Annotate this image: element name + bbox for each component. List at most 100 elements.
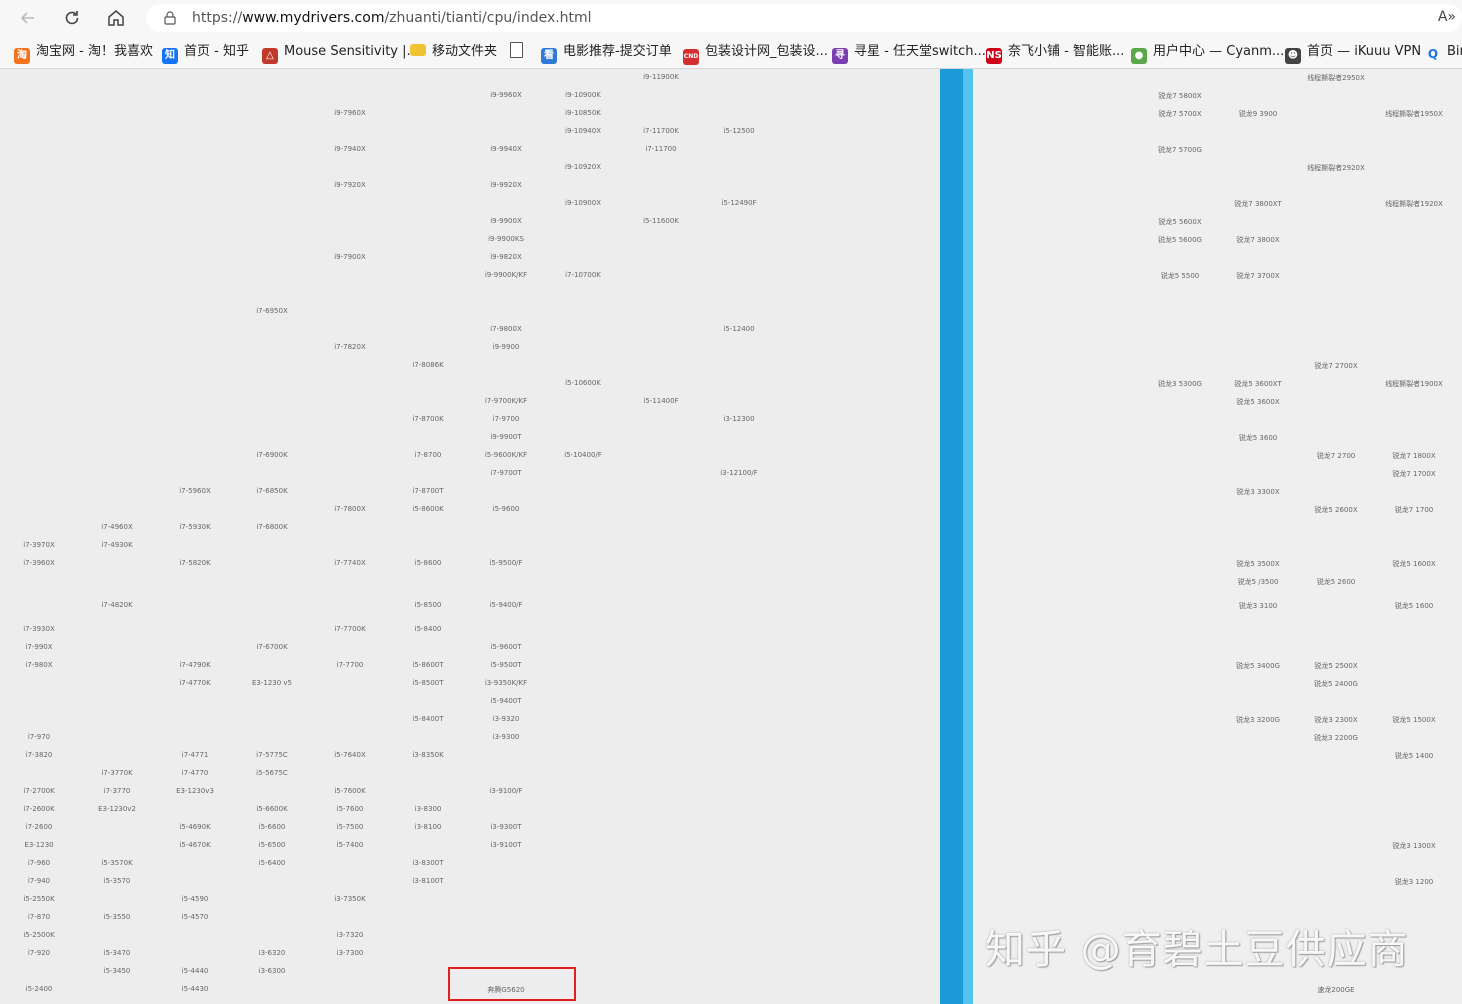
intel-cpu-label: i7-5775C: [256, 751, 288, 759]
ikuuu-icon: ☻: [1285, 48, 1301, 64]
amd-cpu-label: 锐龙5 3600XT: [1234, 380, 1282, 388]
refresh-icon[interactable]: [60, 6, 84, 30]
intel-cpu-label: i5-9500/F: [489, 559, 523, 567]
amd-cpu-label: 锐龙7 1700: [1394, 506, 1434, 514]
intel-cpu-label: i7-7700K: [334, 625, 366, 633]
amd-cpu-label: 锐龙3 1300X: [1392, 842, 1436, 850]
amd-cpu-label: 锐龙3 5300G: [1158, 380, 1202, 388]
intel-cpu-label: i5-6600: [258, 823, 286, 831]
intel-cpu-label: i3-9300T: [490, 823, 522, 831]
intel-cpu-label: i5-9400T: [490, 697, 522, 705]
intel-cpu-label: i5-2550K: [23, 895, 55, 903]
divider-bar-light: [963, 69, 973, 1004]
url-prefix: https://: [192, 10, 243, 26]
intel-cpu-label: i7-5960X: [179, 487, 211, 495]
intel-cpu-label: i5-3470: [103, 949, 131, 957]
intel-cpu-label: i9-10940X: [565, 127, 601, 135]
intel-cpu-label: i3-8300: [414, 805, 442, 813]
intel-cpu-label: i7-8700T: [412, 487, 444, 495]
intel-cpu-label: i9-10900K: [565, 91, 601, 99]
lock-icon[interactable]: [164, 11, 176, 25]
intel-cpu-label: i3-8100T: [412, 877, 444, 885]
taobao-icon: 淘: [14, 48, 30, 64]
intel-cpu-label: i5-8500: [414, 601, 442, 609]
amd-cpu-label: 锐龙7 2700: [1316, 452, 1356, 460]
intel-cpu-label: i3-8300T: [412, 859, 444, 867]
intel-cpu-label: i5-10400/F: [564, 451, 602, 459]
amd-cpu-label: 锐龙3 2200G: [1314, 734, 1358, 742]
intel-cpu-label: i5-3570K: [101, 859, 133, 867]
bookmark-item[interactable]: 看电影推荐-提交订单: [541, 42, 672, 64]
address-bar[interactable]: https://www.mydrivers.com/zhuanti/tianti…: [146, 4, 1462, 32]
intel-cpu-label: i7-3960X: [23, 559, 55, 567]
amd-cpu-label: 锐龙7 5800X: [1158, 92, 1202, 100]
intel-cpu-label: i3-8350K: [412, 751, 444, 759]
intel-cpu-label: 奔腾G5620: [487, 986, 525, 994]
intel-cpu-label: i3-12300: [723, 415, 755, 423]
bookmark-item[interactable]: 淘淘宝网 - 淘！我喜欢: [14, 42, 153, 64]
bookmark-item[interactable]: △ Mouse Sensitivity |...: [262, 42, 419, 64]
amd-cpu-label: 线程撕裂者1950X: [1385, 110, 1443, 118]
bookmark-item[interactable]: 移动文件夹: [410, 42, 497, 62]
intel-cpu-label: i7-6850K: [256, 487, 288, 495]
url-text[interactable]: https://www.mydrivers.com/zhuanti/tianti…: [192, 10, 592, 26]
intel-cpu-label: i7-3820: [25, 751, 53, 759]
bookmark-item[interactable]: ● 用户中心 — Cyanm...: [1131, 42, 1285, 64]
intel-cpu-label: i9-9900KS: [488, 235, 524, 243]
intel-cpu-label: i9-9900K/KF: [484, 271, 528, 279]
intel-cpu-label: i7-870: [27, 913, 51, 921]
intel-cpu-label: i9-9900X: [490, 217, 522, 225]
amd-cpu-label: 线程撕裂者1920X: [1385, 200, 1443, 208]
watermark-text: 知乎 @育碧土豆供应商: [985, 927, 1409, 973]
movie-icon: 看: [541, 48, 557, 64]
amd-cpu-label: 锐龙5 2600X: [1314, 506, 1358, 514]
back-arrow-icon[interactable]: [16, 6, 40, 30]
bookmark-item[interactable]: [510, 42, 529, 62]
amd-cpu-label: 锐龙7 5700G: [1158, 146, 1202, 154]
intel-cpu-label: i3-9320: [492, 715, 520, 723]
amd-cpu-label: 锐龙5 5600X: [1158, 218, 1202, 226]
intel-cpu-label: i5-3450: [103, 967, 131, 975]
divider-bar-dark: [940, 69, 963, 1004]
intel-cpu-label: i7-3770: [103, 787, 131, 795]
bookmark-item[interactable]: CND 包装设计网_包装设...: [683, 42, 828, 65]
intel-cpu-label: i5-12490F: [721, 199, 757, 207]
intel-cpu-label: i9-7900X: [334, 253, 366, 261]
intel-cpu-label: i5-7400: [336, 841, 364, 849]
bookmark-item[interactable]: 知首页 - 知乎: [162, 42, 249, 64]
intel-cpu-label: i5-5675C: [256, 769, 288, 777]
bookmark-item[interactable]: ☻ 首页 — iKuuu VPN: [1285, 42, 1422, 64]
amd-cpu-label: 锐龙5 2600: [1316, 578, 1356, 586]
bing-search-icon: Q: [1427, 47, 1439, 61]
xunxing-icon: 寻: [832, 48, 848, 64]
home-icon[interactable]: [104, 6, 128, 30]
bookmark-item[interactable]: Q Bin: [1425, 42, 1462, 62]
amd-cpu-label: 锐龙5 2400G: [1314, 680, 1358, 688]
intel-cpu-label: i5-9600T: [490, 643, 522, 651]
intel-cpu-label: i3-8100: [414, 823, 442, 831]
bookmark-label: 首页 — iKuuu VPN: [1307, 44, 1422, 59]
intel-cpu-label: i7-4820K: [101, 601, 133, 609]
amd-cpu-label: 锐龙7 1800X: [1392, 452, 1436, 460]
intel-cpu-label: i7-7740X: [334, 559, 366, 567]
amd-cpu-label: 锐龙5 3500X: [1236, 560, 1280, 568]
amd-cpu-label: 锐龙3 3200G: [1236, 716, 1280, 724]
intel-cpu-label: E3-1230 v5: [251, 679, 293, 687]
intel-cpu-label: i9-10850K: [565, 109, 601, 117]
url-path: /zhuanti/tianti/cpu/index.html: [384, 10, 592, 26]
intel-cpu-label: i7-970: [27, 733, 51, 741]
amd-panel-background: [973, 69, 1462, 1004]
amd-cpu-label: 锐龙5 1600X: [1392, 560, 1436, 568]
intel-cpu-label: i5-4590: [181, 895, 209, 903]
bookmark-label: 用户中心 — Cyanm...: [1153, 44, 1285, 59]
bookmark-item[interactable]: NS 奈飞小铺 - 智能账...: [986, 42, 1124, 64]
intel-cpu-label: i5-9500T: [490, 661, 522, 669]
intel-cpu-label: i7-3930X: [23, 625, 55, 633]
intel-cpu-label: i7-8700: [414, 451, 442, 459]
read-aloud-icon[interactable]: A»: [1438, 9, 1456, 25]
bookmark-label: 移动文件夹: [432, 44, 498, 59]
browser-toolbar: https://www.mydrivers.com/zhuanti/tianti…: [0, 0, 1462, 36]
bookmark-item[interactable]: 寻寻星 - 任天堂switch...: [832, 42, 986, 64]
intel-cpu-label: i7-8086K: [412, 361, 444, 369]
intel-cpu-label: i7-940: [27, 877, 51, 885]
